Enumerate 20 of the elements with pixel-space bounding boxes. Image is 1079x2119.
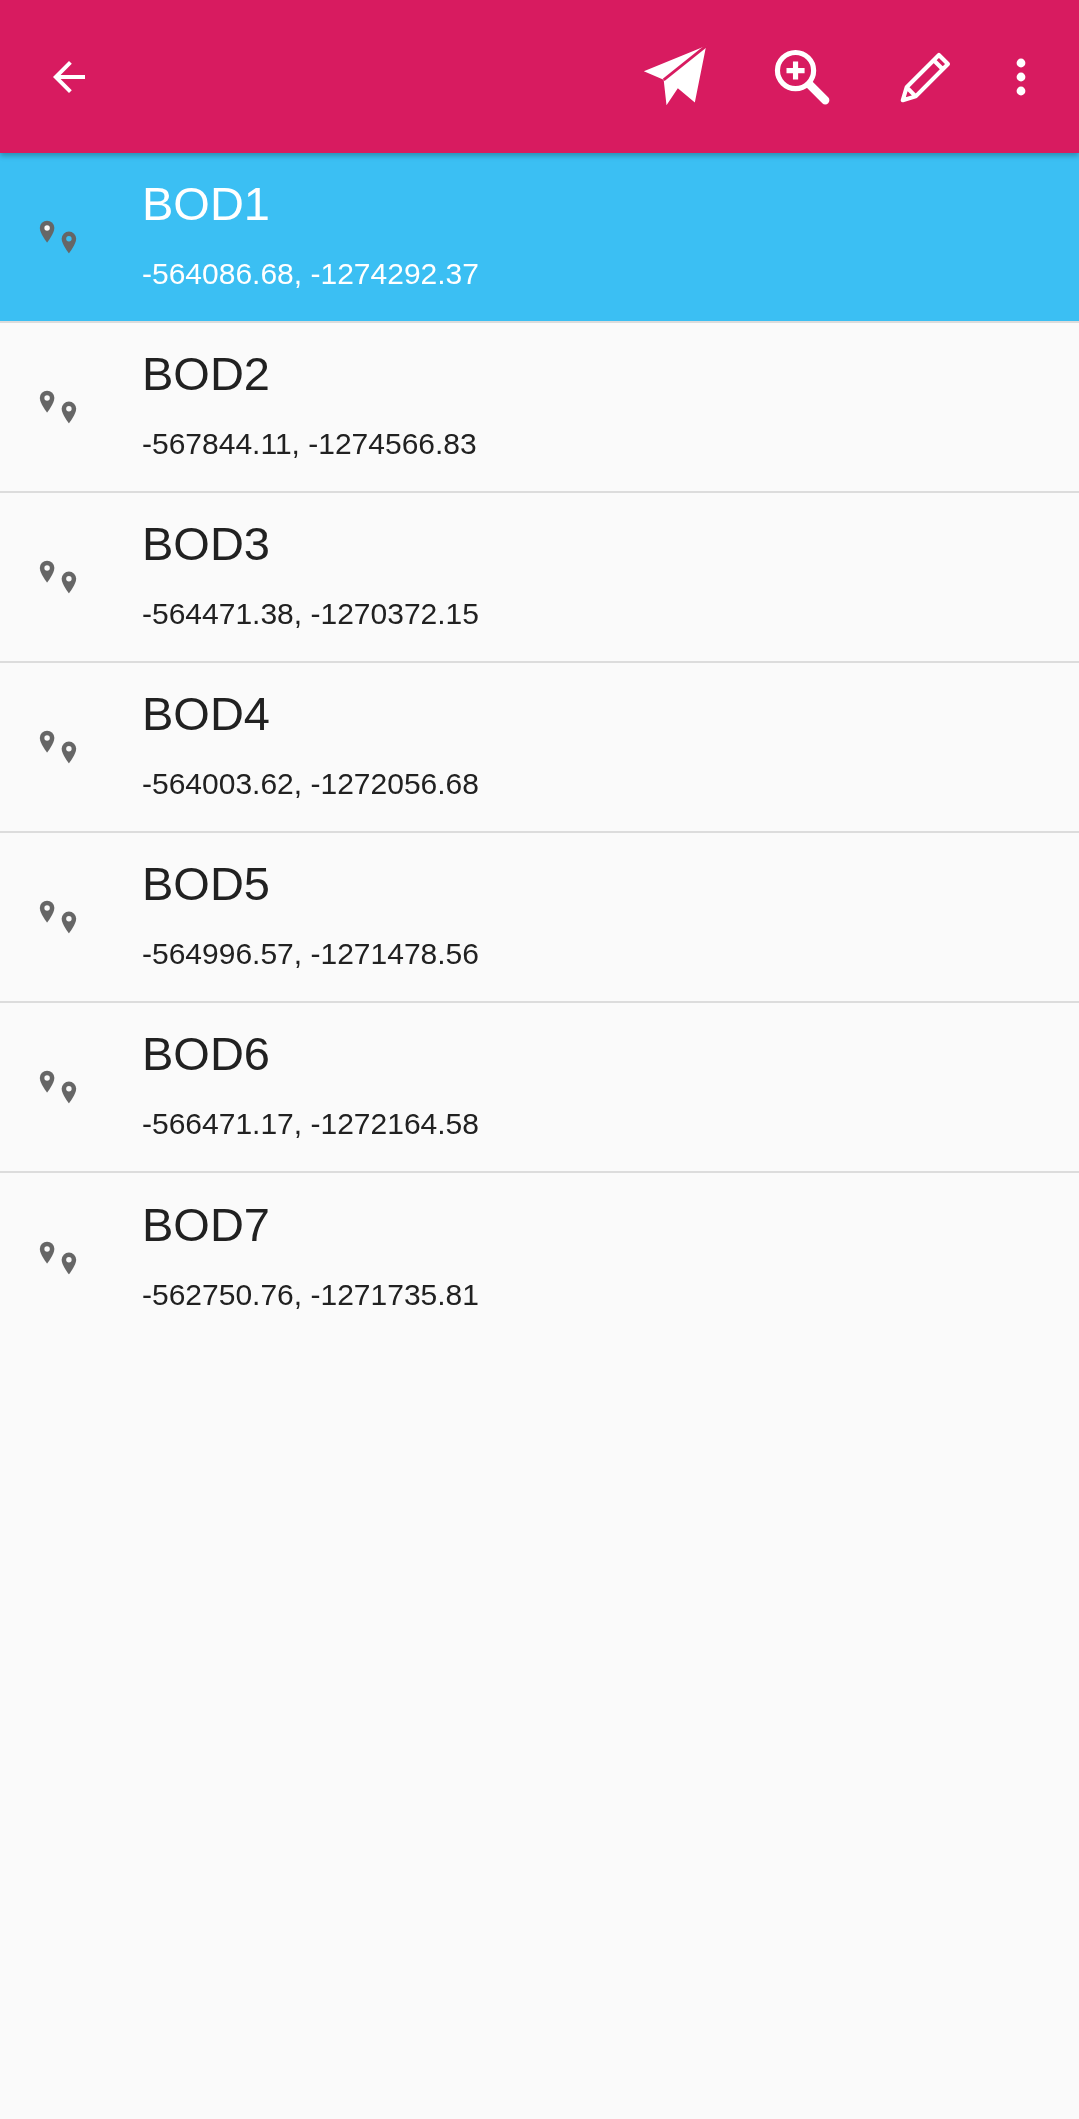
point-coordinates: -566471.17, -1272164.58 bbox=[142, 1106, 479, 1143]
point-coordinates: -564471.38, -1270372.15 bbox=[142, 596, 479, 633]
point-coordinates: -567844.11, -1274566.83 bbox=[142, 426, 477, 463]
point-name: BOD2 bbox=[142, 347, 271, 400]
point-list-item[interactable]: BOD7 -562750.76, -1271735.81 bbox=[0, 1173, 1079, 1343]
point-coordinates: -564996.57, -1271478.56 bbox=[142, 936, 479, 973]
point-name: BOD4 bbox=[142, 687, 271, 740]
point-list-item[interactable]: BOD6 -566471.17, -1272164.58 bbox=[0, 1003, 1079, 1173]
point-coordinates: -562750.76, -1271735.81 bbox=[142, 1277, 479, 1314]
point-list-item[interactable]: BOD2 -567844.11, -1274566.83 bbox=[0, 323, 1079, 493]
point-name: BOD3 bbox=[142, 517, 271, 570]
point-name: BOD1 bbox=[142, 177, 271, 230]
point-name: BOD7 bbox=[142, 1198, 271, 1251]
point-coordinates: -564086.68, -1274292.37 bbox=[142, 256, 479, 293]
point-name: BOD6 bbox=[142, 1027, 271, 1080]
point-list-item[interactable]: BOD4 -564003.62, -1272056.68 bbox=[0, 663, 1079, 833]
point-name: BOD5 bbox=[142, 857, 271, 910]
point-list-item[interactable]: BOD5 -564996.57, -1271478.56 bbox=[0, 833, 1079, 1003]
point-list-item[interactable]: BOD3 -564471.38, -1270372.15 bbox=[0, 493, 1079, 663]
point-coordinates: -564003.62, -1272056.68 bbox=[142, 766, 479, 803]
